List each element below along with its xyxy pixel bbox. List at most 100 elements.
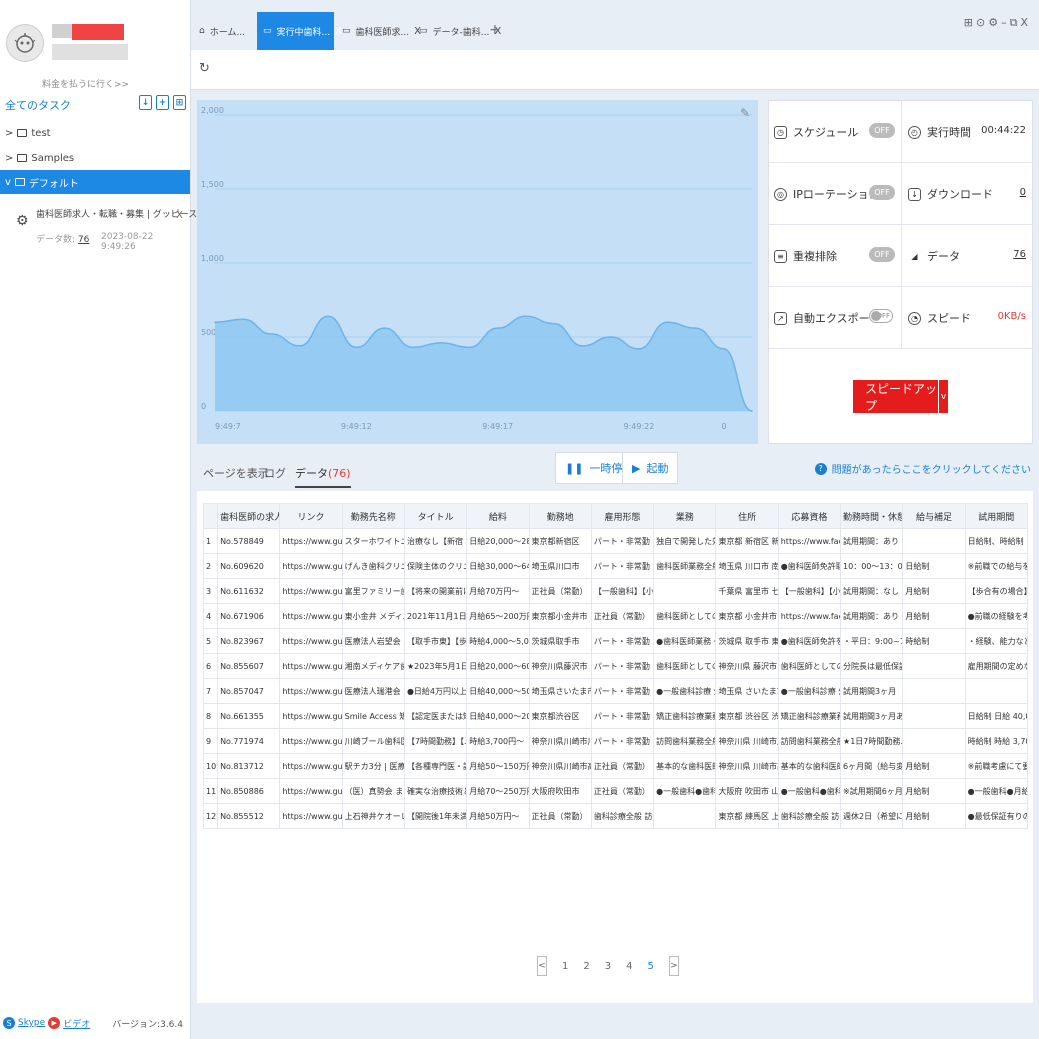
y-tick-label: 500	[201, 328, 216, 337]
table-row[interactable]: 12No.855512https://www.guppy...上石神井ケオーレ.…	[202, 803, 1029, 829]
play-icon: ▶	[632, 461, 641, 475]
table-row[interactable]: 9No.771974https://www.guppy...川崎ブール歯科医院【…	[202, 728, 1029, 754]
page-2[interactable]: 2	[583, 961, 589, 972]
speed-value: 0KB/s	[997, 311, 1026, 322]
download-value[interactable]: 0	[1020, 187, 1026, 198]
table-row[interactable]: 4No.671906https://www.guppy...東小金井 メディ..…	[202, 603, 1029, 629]
prev-page-button[interactable]: <	[537, 956, 547, 976]
table-cell: 訪問歯科業務全般...	[777, 728, 842, 754]
ip-rotation-toggle[interactable]: OFF	[869, 185, 895, 200]
avatar[interactable]	[6, 24, 44, 62]
tab-data[interactable]: ▭ データ-歯科... X	[413, 12, 501, 50]
new-tab-button[interactable]: +	[489, 22, 501, 38]
column-header[interactable]: 応募資格	[777, 503, 842, 529]
all-tasks-label[interactable]: 全てのタスク	[5, 97, 71, 113]
table-cell: No.813712	[217, 753, 281, 779]
dedupe-toggle[interactable]: OFF	[869, 247, 895, 262]
table-cell: 神奈川県 川崎市川...	[715, 728, 779, 754]
reload-icon[interactable]: ↻	[199, 61, 210, 76]
table-cell: ※前職考慮にて要...	[964, 753, 1029, 779]
import-icon[interactable]: ↓	[139, 95, 152, 110]
tab-log[interactable]: ログ	[264, 465, 286, 481]
gear-icon[interactable]: ⚙	[988, 16, 1001, 29]
help-link[interactable]: ? 問題があったらここをクリックしてください	[814, 461, 1031, 476]
column-header[interactable]: 給与補足	[902, 503, 966, 529]
column-header[interactable]: 試用期間	[964, 503, 1029, 529]
data-value[interactable]: 76	[1013, 249, 1026, 260]
column-header[interactable]: 給料	[466, 503, 530, 529]
download-icon: ↓	[908, 187, 921, 201]
tab-page-view[interactable]: ページを表示	[203, 465, 269, 481]
data-label: データ	[927, 250, 960, 263]
table-row[interactable]: 1No.578849https://www.guppy...スターホワイトニ..…	[202, 528, 1029, 554]
table-cell: 東京都小金井市	[528, 603, 592, 629]
table-row[interactable]: 6No.855607https://www.guppy...湘南メディケア歯..…	[202, 653, 1029, 679]
table-cell: No.823967	[217, 628, 281, 654]
close-window-icon[interactable]: X	[1020, 16, 1031, 29]
tab-home[interactable]: ⌂ ホーム...	[193, 12, 255, 50]
new-task-icon[interactable]: +	[156, 95, 169, 110]
task-count-value[interactable]: 76	[78, 235, 89, 245]
column-header[interactable]: 業務	[653, 503, 717, 529]
folder-default[interactable]: v デフォルト	[0, 170, 190, 194]
next-page-button[interactable]: >	[668, 956, 679, 976]
table-row[interactable]: 7No.857047https://www.guppy...医療法人瑞港会 ..…	[202, 678, 1029, 704]
page-3[interactable]: 3	[605, 961, 611, 972]
timer-icon: ◴	[908, 125, 921, 139]
table-row[interactable]: 11No.850886https://www.guppy...（医）真勢会 ま.…	[202, 778, 1029, 804]
column-header[interactable]: 勤務時間・休憩	[840, 503, 904, 529]
dedupe-icon: ≡	[774, 249, 787, 263]
start-button[interactable]: ▶ 起動	[622, 452, 679, 484]
table-cell: 歯科医師としての...	[777, 653, 842, 679]
data-table: 歯科医師の求人 リンク 勤務先名称 タイトル 給料 勤務地 雇用形態 業務 住所 応募資格 勤務時間…	[202, 503, 1029, 829]
page-1[interactable]: 1	[562, 961, 568, 972]
tab-data-view[interactable]: データ(76)	[295, 465, 351, 488]
table-cell: 大阪府吹田市	[528, 778, 592, 804]
minimize-icon[interactable]: –	[1001, 16, 1010, 29]
pay-link[interactable]: 料金を払うに行く>>	[42, 77, 129, 90]
tab-running[interactable]: ▭ 実行中歯科... X	[257, 12, 342, 50]
table-cell: 東京都 小金井市 東...	[715, 603, 779, 629]
table-cell: https://www.guppy...	[279, 628, 343, 654]
video-link[interactable]: ビデオ	[63, 1017, 90, 1030]
help-icon[interactable]: ⊙	[976, 16, 988, 29]
document-icon: ▭	[263, 26, 272, 36]
skype-link[interactable]: Skype	[18, 1018, 45, 1028]
auto-export-toggle[interactable]: OFF	[869, 309, 893, 323]
column-header[interactable]: 勤務地	[528, 503, 592, 529]
column-header[interactable]: 雇用形態	[590, 503, 655, 529]
column-header[interactable]: タイトル	[403, 503, 468, 529]
folder-label: デフォルト	[28, 178, 79, 190]
column-header[interactable]: リンク	[279, 503, 343, 529]
folder-samples[interactable]: > Samples	[0, 146, 190, 170]
stats-row-1: ◷ スケジュール OFF ◴ 実行時間 00:44:22	[769, 101, 1034, 163]
schedule-toggle[interactable]: OFF	[869, 123, 895, 138]
table-cell: 【認定医または矯...	[403, 703, 468, 729]
table-row[interactable]: 3No.611632https://www.guppy...富里ファミリー歯科.…	[202, 578, 1029, 604]
close-icon[interactable]: X	[176, 210, 183, 221]
task-card[interactable]: ⚙ 歯科医師求人・転職・募集 | グッピースク... X データ数: 76 20…	[16, 205, 215, 252]
table-row[interactable]: 5No.823967https://www.guppy...医療法人岩望会 ..…	[202, 628, 1029, 654]
page-5[interactable]: 5	[648, 961, 654, 972]
column-header[interactable]: 住所	[715, 503, 779, 529]
column-header[interactable]	[202, 503, 219, 529]
column-header[interactable]: 歯科医師の求人	[217, 503, 281, 529]
edit-icon[interactable]: ✎	[740, 106, 750, 120]
chevron-down-icon: v	[5, 176, 11, 188]
table-row[interactable]: 8No.661355https://www.guppy...Smile Acce…	[202, 703, 1029, 729]
speed-up-button[interactable]: スピードアップ v	[853, 380, 948, 413]
restore-icon[interactable]: ⧉	[1010, 16, 1021, 29]
table-cell: ・経験、能力など...	[964, 628, 1029, 654]
table-row[interactable]: 10No.813712https://www.guppy...駅チカ3分 | 医…	[202, 753, 1029, 779]
task-toolbar: ↓ + ⊞	[139, 95, 186, 110]
gift-icon[interactable]: ⊞	[964, 16, 976, 29]
page-4[interactable]: 4	[626, 961, 632, 972]
folder-test[interactable]: > test	[0, 121, 190, 145]
table-cell: 駅チカ3分 | 医療...	[341, 753, 405, 779]
column-header[interactable]: 勤務先名称	[341, 503, 405, 529]
tab-recruit[interactable]: ▭ 歯科医師求... X	[336, 12, 421, 50]
table-cell: ★2023年5月1日...	[403, 653, 468, 679]
chevron-down-icon[interactable]: v	[938, 380, 948, 413]
new-folder-icon[interactable]: ⊞	[173, 95, 186, 110]
table-row[interactable]: 2No.609620https://www.guppy...げんき歯科クリニ..…	[202, 553, 1029, 579]
